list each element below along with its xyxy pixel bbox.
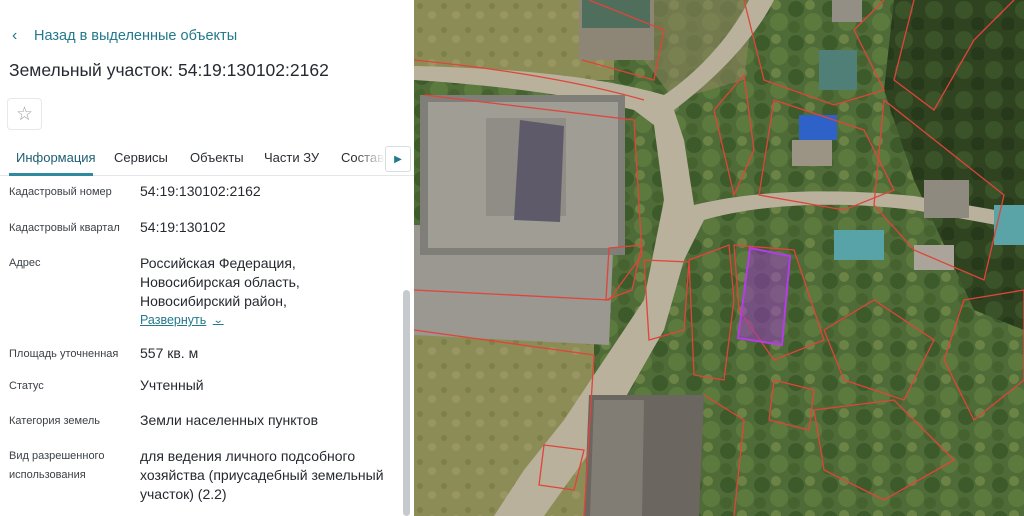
land-category-label: Категория земель xyxy=(9,415,100,427)
back-link[interactable]: ‹ Назад в выделенные объекты xyxy=(12,25,237,47)
permitted-use-line-1: для ведения личного подсобного xyxy=(140,448,356,464)
house xyxy=(914,245,954,270)
back-link-label: Назад в выделенные объекты xyxy=(34,28,238,44)
tab-bar: Информация Сервисы Объекты Части ЗУ Сост… xyxy=(0,142,414,176)
chevron-right-icon: ▶ xyxy=(394,153,402,165)
tab-information[interactable]: Информация xyxy=(16,150,96,165)
house-green-roof xyxy=(819,50,857,90)
expand-address-link[interactable]: Развернуть ⌄ xyxy=(140,313,224,327)
favorite-button[interactable]: ☆ xyxy=(7,98,42,130)
bottom-building-roof xyxy=(590,400,644,516)
tab-fade xyxy=(355,142,385,175)
satellite-map[interactable] xyxy=(414,0,1024,516)
tab-land-parts[interactable]: Части ЗУ xyxy=(264,150,319,165)
tab-objects[interactable]: Объекты xyxy=(190,150,244,165)
house xyxy=(924,180,969,218)
cadastral-quarter-value: 54:19:130102 xyxy=(140,219,226,235)
permitted-use-line-2: хозяйства (приусадебный земельный xyxy=(140,467,384,483)
permitted-use-label-line-1: Вид разрешенного xyxy=(9,450,105,462)
status-value: Учтенный xyxy=(140,377,204,393)
info-panel: ‹ Назад в выделенные объекты Земельный у… xyxy=(0,0,414,516)
address-label: Адрес xyxy=(9,257,41,269)
cadastral-number-value: 54:19:130102:2162 xyxy=(140,183,261,199)
address-line-1: Российская Федерация, xyxy=(140,255,296,271)
page-title: Земельный участок: 54:19:130102:2162 xyxy=(9,60,329,80)
house xyxy=(832,0,862,22)
tab-services[interactable]: Сервисы xyxy=(114,150,168,165)
expand-address-label: Развернуть xyxy=(140,313,207,327)
active-tab-indicator xyxy=(9,173,93,176)
star-outline-icon: ☆ xyxy=(15,103,34,125)
land-category-value: Земли населенных пунктов xyxy=(140,412,319,428)
tabs-scroll-right-button[interactable]: ▶ xyxy=(385,146,411,172)
chevron-down-icon: ⌄ xyxy=(213,314,224,326)
house-teal-roof xyxy=(834,230,884,260)
house-teal-roof xyxy=(994,205,1024,245)
cadastral-number-label: Кадастровый номер xyxy=(9,186,112,198)
address-line-3: Новосибирский район, xyxy=(140,293,287,309)
chevron-left-icon: ‹ xyxy=(12,27,18,44)
permitted-use-line-3: участок) (2.2) xyxy=(140,486,227,502)
house xyxy=(792,140,832,166)
address-line-2: Новосибирская область, xyxy=(140,274,300,290)
map-canvas[interactable] xyxy=(414,0,1024,516)
status-label: Статус xyxy=(9,380,44,392)
scrollbar-thumb[interactable] xyxy=(403,290,410,516)
area-value: 557 кв. м xyxy=(140,345,199,361)
cadastral-quarter-label: Кадастровый квартал xyxy=(9,222,120,234)
building-shadow xyxy=(514,120,564,222)
area-label: Площадь уточненная xyxy=(9,348,119,360)
warehouse-roof xyxy=(582,0,650,28)
permitted-use-label-line-2: использования xyxy=(9,469,86,481)
